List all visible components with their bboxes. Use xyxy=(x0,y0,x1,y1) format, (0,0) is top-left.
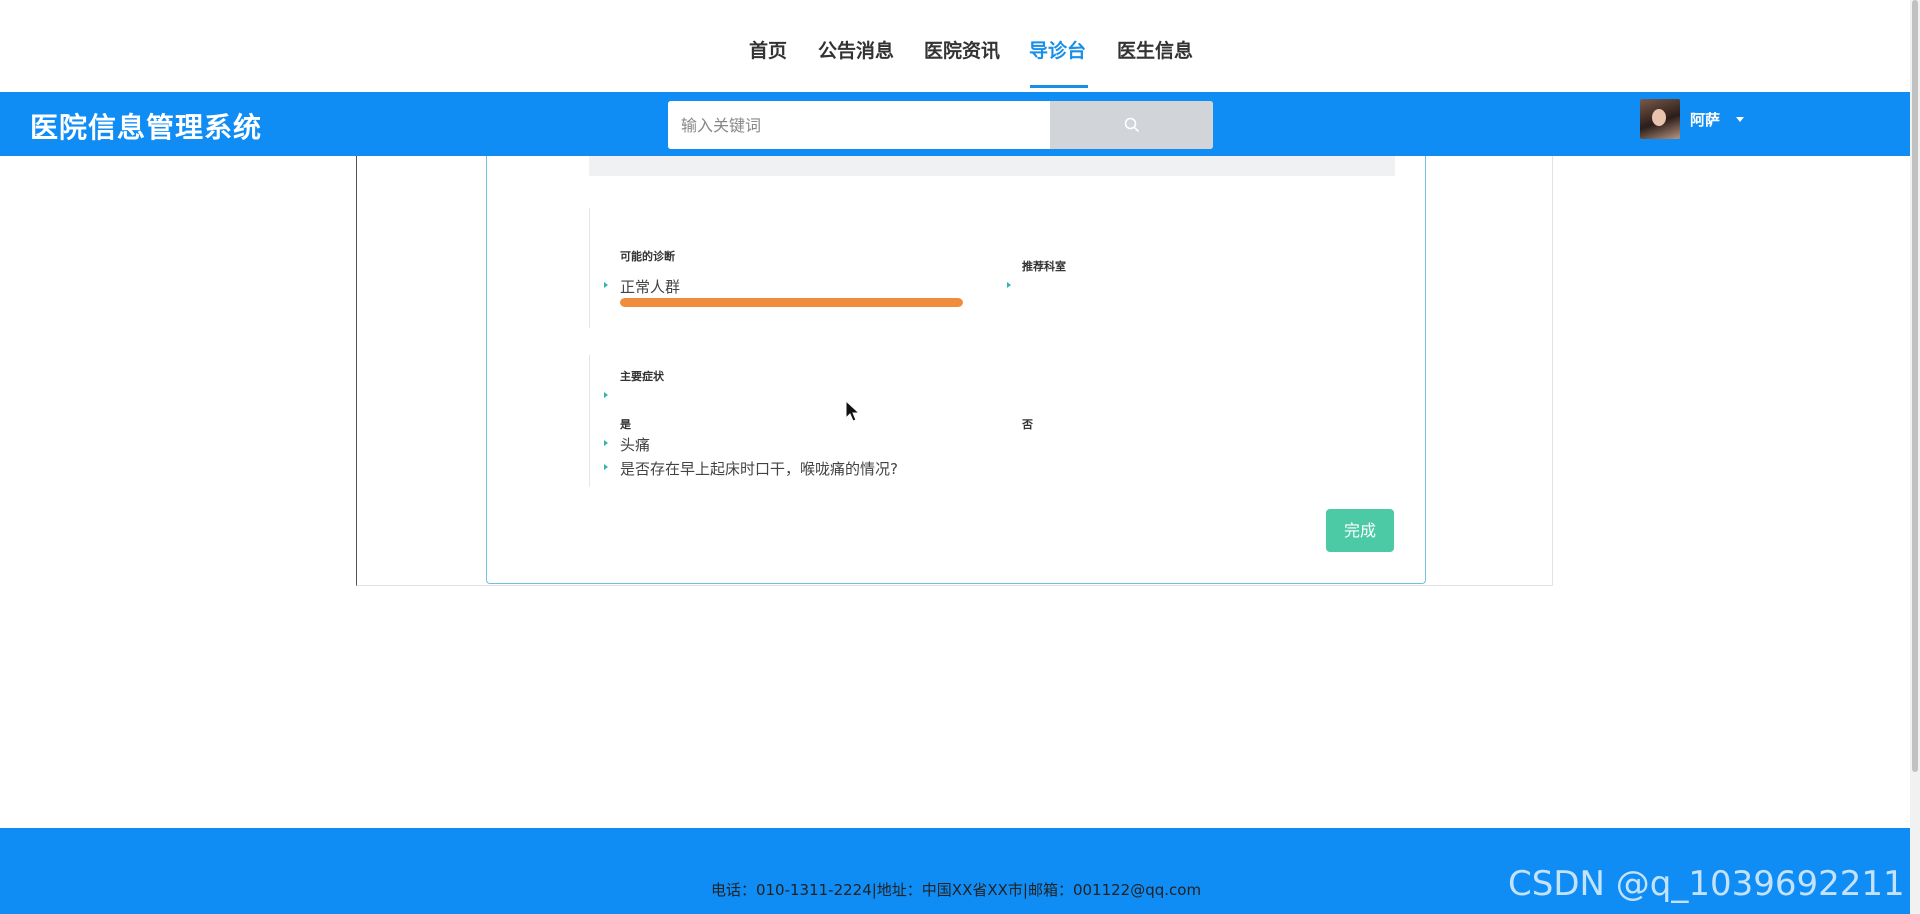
nav-active-underline xyxy=(1030,85,1088,88)
diagnosis-probability-bar xyxy=(620,298,963,307)
site-title: 医院信息管理系统 xyxy=(30,111,263,144)
nav-item-hospital-news[interactable]: 医院资讯 xyxy=(924,36,1000,63)
nav-item-home[interactable]: 首页 xyxy=(749,36,787,63)
arrow-right-icon xyxy=(604,282,608,288)
yes-column-label: 是 xyxy=(620,418,631,431)
nav-item-announcements[interactable]: 公告消息 xyxy=(818,36,894,63)
possible-diagnosis-label: 可能的诊断 xyxy=(620,250,675,263)
symptom-item: 是否存在早上起床时口干，喉咙痛的情况? xyxy=(620,460,898,478)
card-header-band xyxy=(589,156,1395,176)
watermark: CSDN @q_1039692211 xyxy=(1508,864,1905,904)
search-input[interactable] xyxy=(668,101,1061,149)
nav-item-doctor-info[interactable]: 医生信息 xyxy=(1117,36,1193,63)
possible-diagnosis-value: 正常人群 xyxy=(620,278,681,296)
no-column-label: 否 xyxy=(1022,418,1033,431)
search-button[interactable] xyxy=(1050,101,1213,149)
arrow-right-icon xyxy=(604,392,608,398)
user-name[interactable]: 阿萨 xyxy=(1690,109,1720,130)
footer: 电话：010-1311-2224|地址：中国XX省XX市|邮箱：001122@q… xyxy=(0,828,1920,914)
avatar[interactable] xyxy=(1640,99,1680,139)
scrollbar-thumb[interactable] xyxy=(1912,0,1918,772)
section-divider xyxy=(589,355,590,487)
symptom-item: 头痛 xyxy=(620,436,651,454)
nav-item-triage[interactable]: 导诊台 xyxy=(1029,36,1086,63)
mouse-cursor-icon xyxy=(845,400,861,422)
main-symptoms-label: 主要症状 xyxy=(620,370,664,383)
search-icon xyxy=(1124,117,1140,133)
chevron-down-icon[interactable] xyxy=(1736,117,1744,122)
arrow-right-icon xyxy=(604,464,608,470)
section-divider xyxy=(589,208,590,328)
arrow-right-icon xyxy=(1007,282,1011,288)
diagnosis-probability-fill xyxy=(620,298,963,307)
arrow-right-icon xyxy=(604,440,608,446)
header-bar: 医院信息管理系统 阿萨 xyxy=(0,92,1920,156)
recommended-department-label: 推荐科室 xyxy=(1022,260,1066,273)
done-button[interactable]: 完成 xyxy=(1326,509,1394,552)
top-navigation: 首页 公告消息 医院资讯 导诊台 医生信息 xyxy=(0,0,1920,92)
search-box xyxy=(668,101,1213,149)
